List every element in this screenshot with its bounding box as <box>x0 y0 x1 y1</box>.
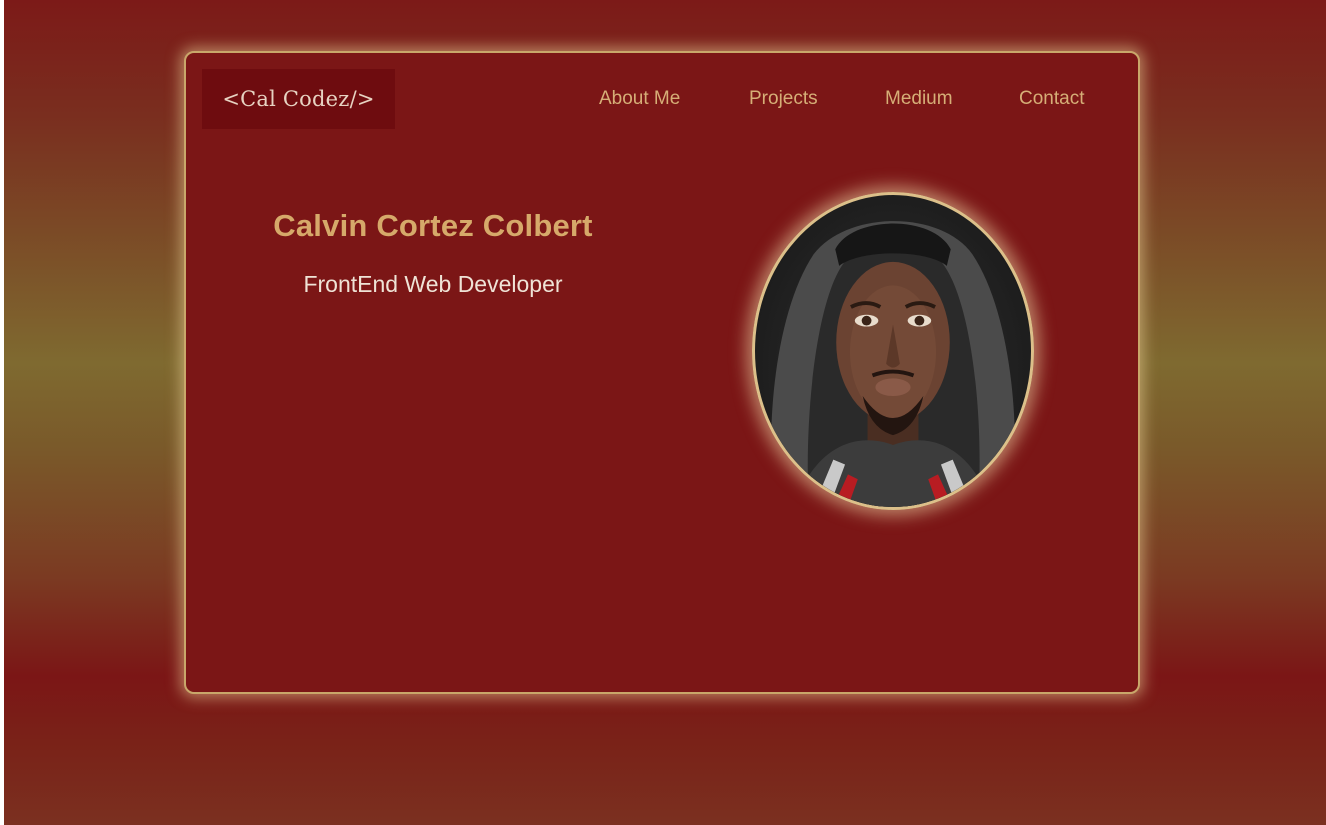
main-nav: About Me Projects Medium Contact <box>186 88 1138 114</box>
left-edge-strip <box>0 0 4 825</box>
hero-card: <Cal Codez/> About Me Projects Medium Co… <box>184 51 1140 694</box>
nav-link-projects[interactable]: Projects <box>749 88 818 110</box>
hero-name: Calvin Cortez Colbert <box>273 208 593 243</box>
nav-link-about-me[interactable]: About Me <box>599 88 680 110</box>
portrait-illustration <box>771 221 1015 507</box>
profile-portrait <box>752 192 1034 510</box>
hero-subtitle: FrontEnd Web Developer <box>303 271 563 297</box>
nav-link-contact[interactable]: Contact <box>1019 88 1084 110</box>
nav-link-medium[interactable]: Medium <box>885 88 953 110</box>
